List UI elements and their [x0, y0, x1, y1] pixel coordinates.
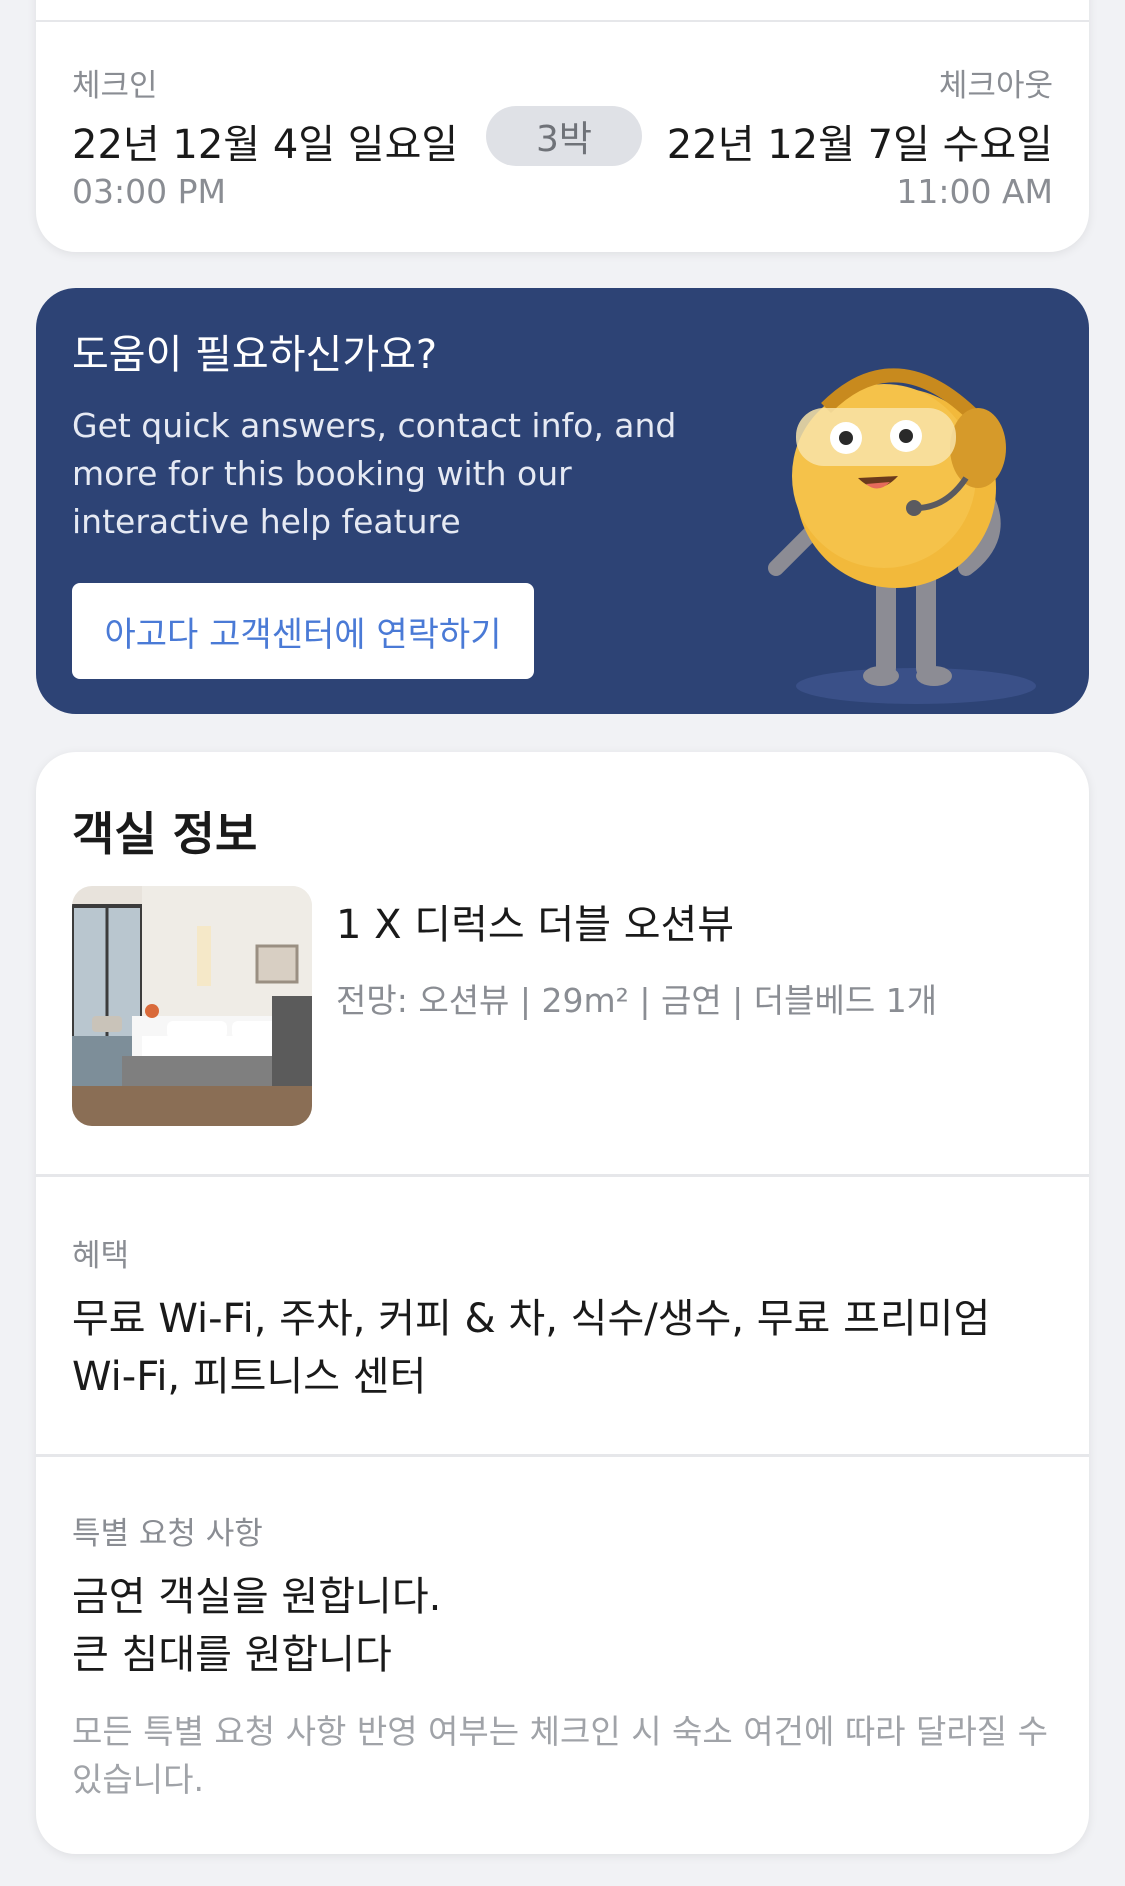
help-banner: 도움이 필요하신가요? Get quick answers, contact i… — [36, 288, 1089, 714]
section-title: 객실 정보 — [72, 807, 258, 861]
divider — [36, 1454, 1089, 1457]
special-requests-label: 특별 요청 사항 — [72, 1516, 263, 1552]
divider — [36, 20, 1089, 22]
benefits-text: 무료 Wi-Fi, 주차, 커피 & 차, 식수/생수, 무료 프리미엄 Wi-… — [72, 1296, 991, 1400]
checkout-time: 11:00 AM — [896, 172, 1053, 211]
benefits-label: 혜택 — [72, 1238, 130, 1274]
room-photo[interactable] — [72, 886, 312, 1126]
checkin-time: 03:00 PM — [72, 172, 226, 211]
help-description: Get quick answers, contact info, and mor… — [72, 406, 677, 541]
special-request-item: 큰 침대를 원합니다 — [72, 1632, 392, 1678]
room-name: 1 X 디럭스 더블 오션뷰 — [336, 902, 735, 948]
special-request-item: 금연 객실을 원합니다. — [72, 1574, 442, 1620]
checkin-label: 체크인 — [72, 68, 158, 104]
checkout-label: 체크아웃 — [938, 68, 1053, 104]
room-specs: 전망: 오션뷰 | 29m² | 금연 | 더블베드 1개 — [336, 981, 938, 1020]
contact-support-button[interactable]: 아고다 고객센터에 연락하기 — [72, 583, 534, 679]
stay-dates-card: 체크인 22년 12월 4일 일요일 03:00 PM 3박 체크아웃 22년 … — [36, 0, 1089, 252]
headset-mascot-icon — [768, 368, 1036, 704]
booking-detail-page: 체크인 22년 12월 4일 일요일 03:00 PM 3박 체크아웃 22년 … — [0, 0, 1125, 1886]
special-request-note: 모든 특별 요청 사항 반영 여부는 체크인 시 숙소 여건에 따라 달라질 수… — [72, 1712, 1048, 1799]
help-title: 도움이 필요하신가요? — [72, 332, 438, 378]
special-requests-list: 금연 객실을 원합니다. 큰 침대를 원합니다 — [72, 1568, 1062, 1684]
checkout-date: 22년 12월 7일 수요일 — [666, 122, 1053, 168]
room-info-card: 객실 정보 1 X 디럭스 더블 오션뷰 전망: 오션뷰 | 29m² | 금연… — [36, 752, 1089, 1854]
nights-badge: 3박 — [486, 106, 642, 166]
checkin-date: 22년 12월 4일 일요일 — [72, 122, 459, 168]
divider — [36, 1174, 1089, 1177]
